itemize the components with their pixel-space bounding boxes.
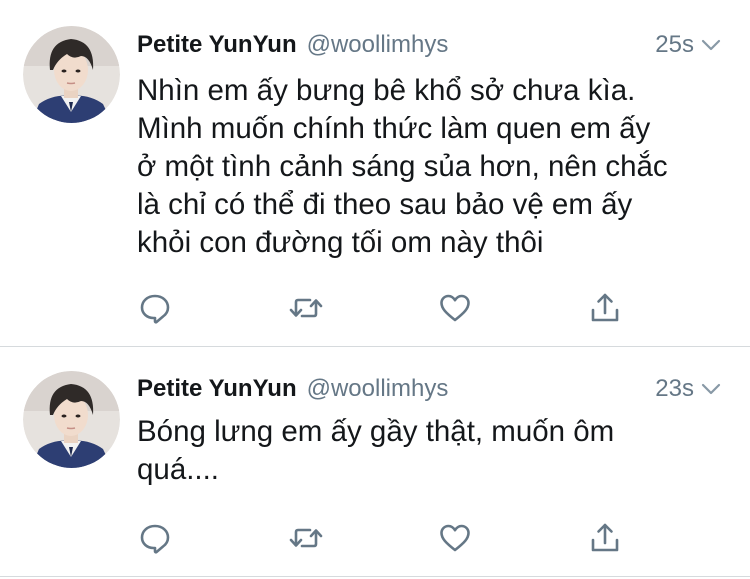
display-name[interactable]: Petite YunYun [137,375,297,403]
reply-icon [137,290,173,326]
tweet[interactable]: Petite YunYun @woollimhys 25s Nhìn em ấy… [0,0,750,346]
retweet-icon [287,520,325,556]
tweet-text: Nhìn em ấy bưng bê khổ sở chưa kìa. Mình… [137,72,726,262]
tweet-text-line: khỏi con đường tối om này thôi [137,226,544,259]
retweet-icon [287,290,325,326]
share-icon [587,290,623,326]
tweet-text-line: Bóng lưng em ấy gầy thật, muốn ôm [137,415,615,448]
timestamp[interactable]: 23s [655,375,694,403]
tweet-text-line: là chỉ có thể đi theo sau bảo vệ em ấy [137,188,633,221]
tweet-actions [137,518,627,558]
tweet-text-line: Mình muốn chính thức làm quen em ấy [137,112,651,145]
display-name[interactable]: Petite YunYun [137,31,297,59]
timestamp[interactable]: 25s [655,31,694,59]
chevron-down-icon[interactable] [700,378,722,400]
heart-icon [437,290,473,326]
reply-button[interactable] [135,288,175,328]
tweet[interactable]: Petite YunYun @woollimhys 23s Bóng lưng … [0,347,750,577]
chevron-down-icon[interactable] [700,34,722,56]
tweet-header: Petite YunYun @woollimhys 25s [137,28,722,62]
avatar[interactable] [23,26,120,123]
tweet-text-line: quá.... [137,453,220,486]
avatar[interactable] [23,371,120,468]
reply-icon [137,520,173,556]
share-button[interactable] [585,288,625,328]
divider [0,576,750,577]
share-button[interactable] [585,518,625,558]
tweet-header: Petite YunYun @woollimhys 23s [137,372,722,406]
tweet-text-line: Nhìn em ấy bưng bê khổ sở chưa kìa. [137,74,636,107]
tweet-actions [137,288,627,328]
share-icon [587,520,623,556]
retweet-button[interactable] [286,288,326,328]
retweet-button[interactable] [286,518,326,558]
tweet-text: Bóng lưng em ấy gầy thật, muốn ôm quá...… [137,413,726,489]
like-button[interactable] [435,288,475,328]
user-handle[interactable]: @woollimhys [307,375,449,403]
user-handle[interactable]: @woollimhys [307,31,449,59]
reply-button[interactable] [135,518,175,558]
tweet-text-line: ở một tình cảnh sáng sủa hơn, nên chắc [137,150,668,183]
heart-icon [437,520,473,556]
like-button[interactable] [435,518,475,558]
